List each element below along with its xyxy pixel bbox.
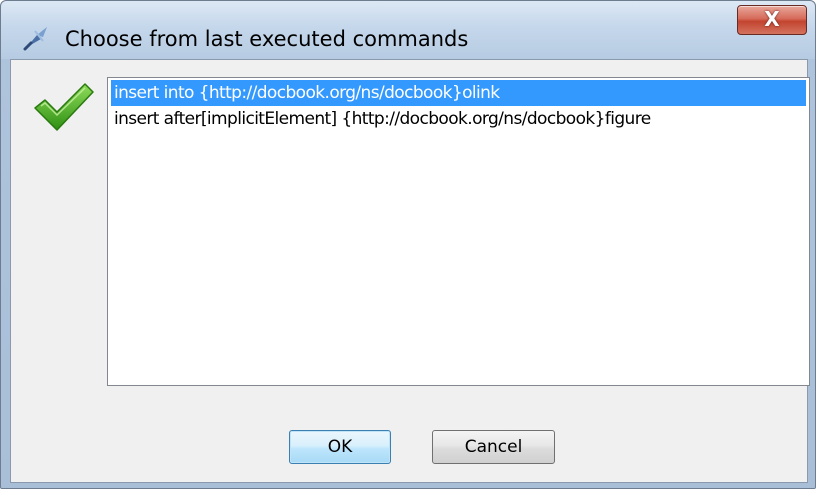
close-button[interactable]: X	[737, 5, 807, 35]
close-icon: X	[764, 7, 780, 31]
title-bar[interactable]: Choose from last executed commands X	[1, 1, 815, 59]
app-icon	[23, 27, 47, 51]
commands-list[interactable]: insert into {http://docbook.org/ns/docbo…	[107, 77, 810, 386]
list-item[interactable]: insert into {http://docbook.org/ns/docbo…	[111, 80, 806, 106]
dialog-window: Choose from last executed commands X ins…	[0, 0, 816, 489]
green-checkmark-icon	[34, 83, 94, 131]
list-item[interactable]: insert after[implicitElement] {http://do…	[111, 106, 806, 132]
cancel-button[interactable]: Cancel	[432, 430, 555, 464]
window-title: Choose from last executed commands	[65, 27, 469, 51]
ok-button[interactable]: OK	[289, 430, 391, 464]
dialog-content: insert into {http://docbook.org/ns/docbo…	[10, 59, 810, 483]
